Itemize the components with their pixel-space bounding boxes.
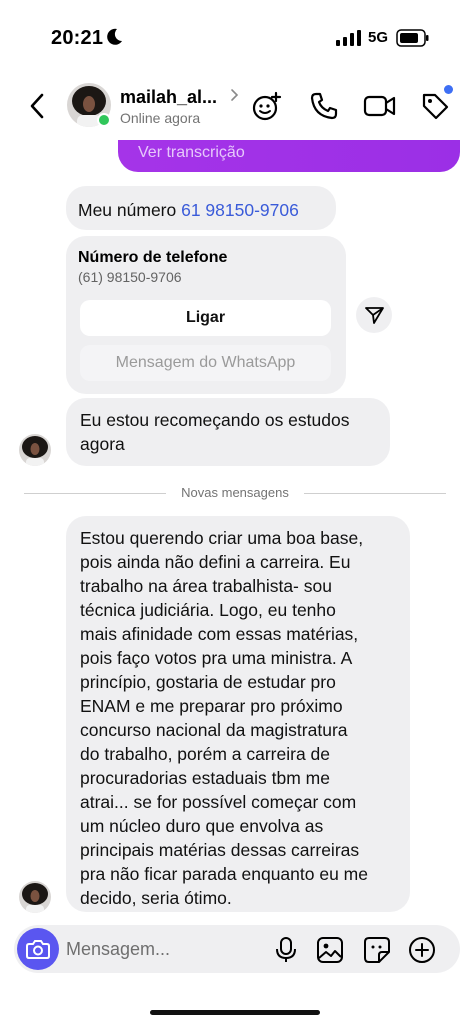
sticker-effects-icon[interactable] — [250, 91, 282, 123]
send-icon — [365, 307, 384, 324]
notification-dot — [444, 85, 453, 94]
call-button[interactable]: Ligar — [80, 300, 331, 336]
message-line: ENAM e me preparar pro próximo — [80, 696, 343, 716]
add-icon[interactable] — [408, 936, 436, 964]
message-line: trabalho na área trabalhista- sou — [80, 576, 332, 596]
message-line: Estou querendo criar uma boa base, — [80, 528, 364, 548]
status-bar: 20:21 5G — [0, 0, 470, 74]
message-line: procuradorias estaduais tbm me — [80, 768, 330, 788]
transcription-link[interactable]: Ver transcrição — [138, 144, 245, 162]
video-icon[interactable] — [363, 91, 397, 121]
status-time: 20:21 — [51, 27, 104, 49]
battery-icon — [396, 29, 429, 47]
phone-number-link[interactable]: 61 98150-9706 — [181, 200, 299, 220]
message-line: princípio, gostaria de estudar pro — [80, 672, 336, 692]
contact-name[interactable]: mailah_al... — [120, 87, 217, 108]
message-line: técnica judiciária. Logo, eu tenho — [80, 600, 336, 620]
moon-icon — [107, 28, 122, 45]
sender-avatar[interactable] — [19, 881, 51, 913]
whatsapp-button[interactable]: Mensagem do WhatsApp — [80, 345, 331, 381]
camera-icon — [26, 940, 50, 959]
message-line: do trabalho, porém a carreira de — [80, 744, 330, 764]
back-icon[interactable] — [24, 90, 52, 122]
new-messages-divider: Novas mensagens — [24, 484, 446, 502]
phone-card-title: Número de telefone — [78, 249, 228, 266]
contact-status: Online agora — [120, 110, 201, 126]
sent-audio-bubble[interactable]: Ver transcrição — [118, 140, 460, 172]
chat-header: mailah_al... Online agora — [0, 74, 470, 140]
message-line: concurso nacional da magistratura — [80, 720, 348, 740]
received-message-long[interactable]: Estou querendo criar uma boa base, pois … — [66, 516, 410, 912]
message-input[interactable]: Mensagem... — [66, 939, 170, 960]
camera-button[interactable] — [17, 928, 59, 970]
online-status-dot — [97, 113, 111, 127]
message-line: agora — [80, 434, 125, 454]
message-line: Eu estou recomeçando os estudos — [80, 410, 350, 430]
sticker-icon[interactable] — [363, 936, 391, 964]
message-line: pois ainda não defini a carreira. Eu — [80, 552, 351, 572]
message-line: principais matérias dessas carreiras — [80, 840, 360, 860]
sender-avatar[interactable] — [19, 434, 51, 466]
gallery-icon[interactable] — [316, 936, 344, 964]
phone-icon[interactable] — [309, 91, 339, 121]
phone-card-number: (61) 98150-9706 — [78, 269, 182, 285]
chevron-right-icon[interactable] — [229, 88, 239, 102]
message-line: mais afinidade com essas matérias, — [80, 624, 359, 644]
message-line: decido, seria ótimo. — [80, 888, 232, 908]
message-line: atrai... se for possível começar com — [80, 792, 357, 812]
microphone-icon[interactable] — [273, 936, 299, 964]
message-text: Meu número — [78, 200, 182, 220]
network-label: 5G — [368, 29, 389, 46]
signal-icon — [336, 30, 361, 46]
share-button[interactable] — [356, 297, 392, 333]
home-indicator — [150, 1010, 320, 1015]
message-line: pois faço votos pra uma ministra. A — [80, 648, 353, 668]
tag-icon[interactable] — [420, 91, 450, 121]
message-composer[interactable]: Mensagem... — [14, 925, 460, 973]
received-message-restart[interactable]: Eu estou recomeçando os estudos agora — [66, 398, 390, 466]
message-line: um núcleo duro que envolva as — [80, 816, 324, 836]
received-message-phone[interactable]: Meu número 61 98150-9706 — [66, 186, 336, 230]
message-line: pra não ficar parada enquanto eu me — [80, 864, 368, 884]
message-list[interactable]: Ver transcrição Meu número 61 98150-9706… — [0, 140, 470, 920]
